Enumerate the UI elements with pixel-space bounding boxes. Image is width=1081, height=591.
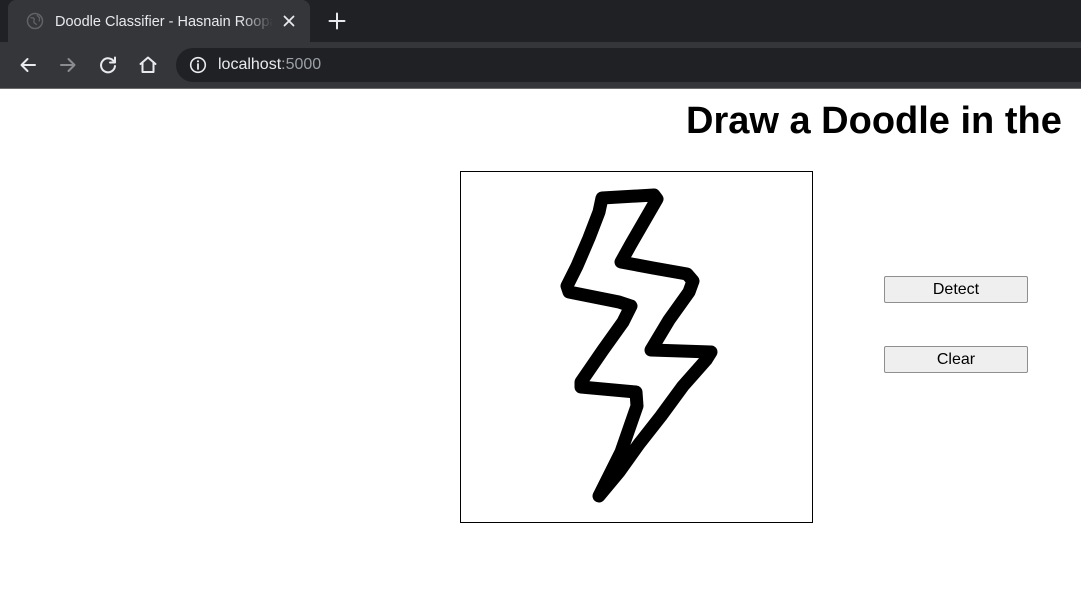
close-icon[interactable] — [279, 11, 299, 31]
url-host: localhost — [218, 56, 282, 73]
arrow-right-icon[interactable] — [56, 53, 80, 77]
detect-button[interactable]: Detect — [884, 276, 1028, 303]
browser-toolbar: localhost:5000 — [0, 42, 1081, 88]
reload-icon[interactable] — [96, 53, 120, 77]
lightning-bolt-doodle — [560, 188, 718, 503]
plus-icon[interactable] — [326, 10, 348, 32]
browser-tabstrip: Doodle Classifier - Hasnain Roopawalla — [0, 0, 1081, 42]
arrow-left-icon[interactable] — [16, 53, 40, 77]
page-heading: Draw a Doodle in the — [686, 100, 1062, 142]
info-icon[interactable] — [189, 56, 207, 74]
address-bar[interactable]: localhost:5000 — [176, 48, 1081, 82]
tab-title: Doodle Classifier - Hasnain Roopawalla — [55, 14, 273, 30]
browser-tab-active[interactable]: Doodle Classifier - Hasnain Roopawalla — [8, 0, 310, 42]
page-content: Draw a Doodle in the Detect Clear — [0, 89, 1081, 591]
home-icon[interactable] — [136, 53, 160, 77]
address-url[interactable]: localhost:5000 — [218, 55, 321, 75]
globe-icon — [26, 12, 44, 30]
drawing-canvas[interactable] — [460, 171, 813, 523]
clear-button[interactable]: Clear — [884, 346, 1028, 373]
url-port: :5000 — [281, 56, 322, 73]
